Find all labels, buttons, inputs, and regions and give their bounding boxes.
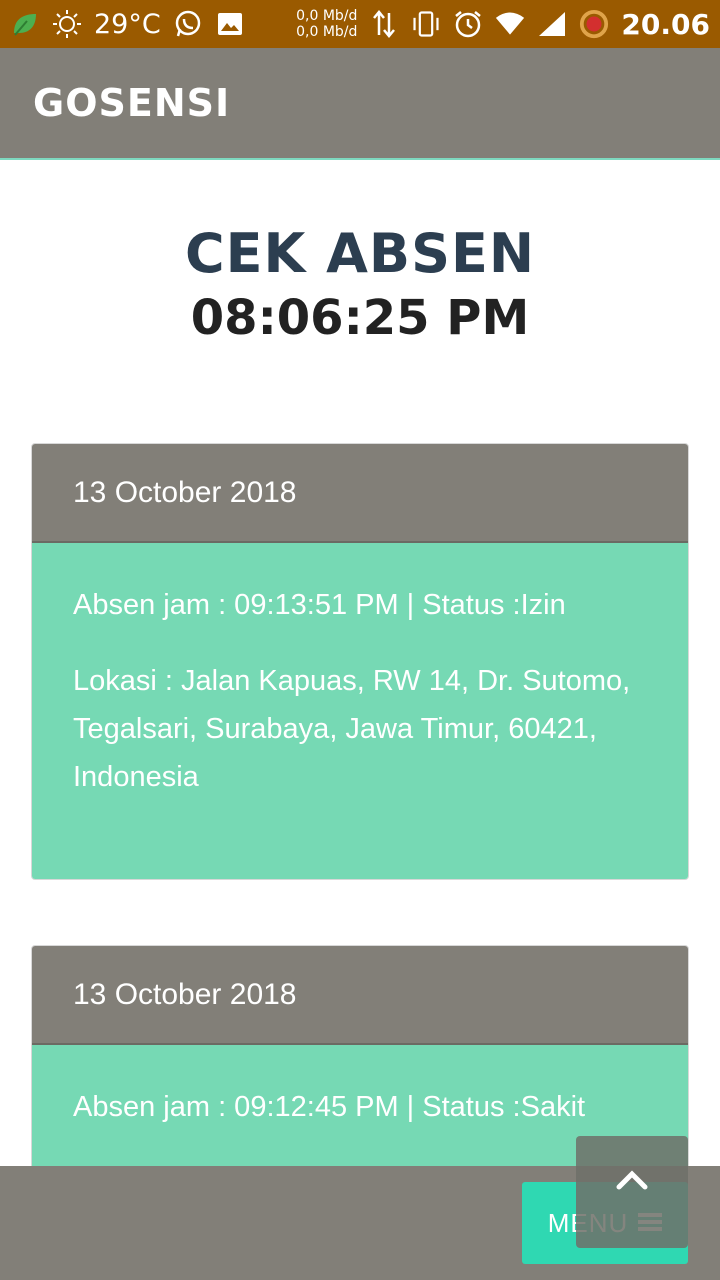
wifi-icon [495,9,525,39]
card-date-text: 13 October 2018 [73,977,297,1011]
whatsapp-icon [173,9,203,39]
scroll-to-top-button[interactable] [576,1136,688,1248]
absen-time-status: Absen jam : 09:12:45 PM | Status :Sakit [73,1091,586,1123]
chevron-up-icon [616,1170,648,1248]
network-speed: 0,0 Mb/d 0,0 Mb/d [296,8,357,40]
card-date: 13 October 2018 [32,946,688,1045]
status-bar: 29°C 0,0 Mb/d 0,0 Mb/d 20.06 [0,0,720,48]
card-date-text: 13 October 2018 [73,475,297,509]
card-date: 13 October 2018 [32,444,688,543]
data-transfer-icon [369,9,399,39]
vibrate-icon [411,9,441,39]
temperature-text: 29°C [94,8,161,40]
clock-text: 20.06 [621,7,710,41]
current-time: 08:06:25 PM [190,290,530,346]
battery-icon [579,9,609,39]
alarm-icon [453,9,483,39]
attendance-card: 13 October 2018 Absen jam : 09:13:51 PM … [31,443,689,880]
net-up-text: 0,0 Mb/d [296,8,358,24]
app-bar: GOSENSI [0,48,720,160]
card-body: Absen jam : 09:13:51 PM | Status :Izin L… [32,543,688,879]
app-title: GOSENSI [33,81,231,125]
image-icon [215,9,245,39]
location-text: Lokasi : Jalan Kapuas, RW 14, Dr. Sutomo… [73,665,631,793]
absen-time-status: Absen jam : 09:13:51 PM | Status :Izin [73,589,566,621]
page-title: CEK ABSEN [184,222,536,285]
net-down-text: 0,0 Mb/d [296,24,358,40]
sun-icon [52,9,82,39]
signal-icon [537,9,567,39]
leaf-icon [10,9,40,39]
